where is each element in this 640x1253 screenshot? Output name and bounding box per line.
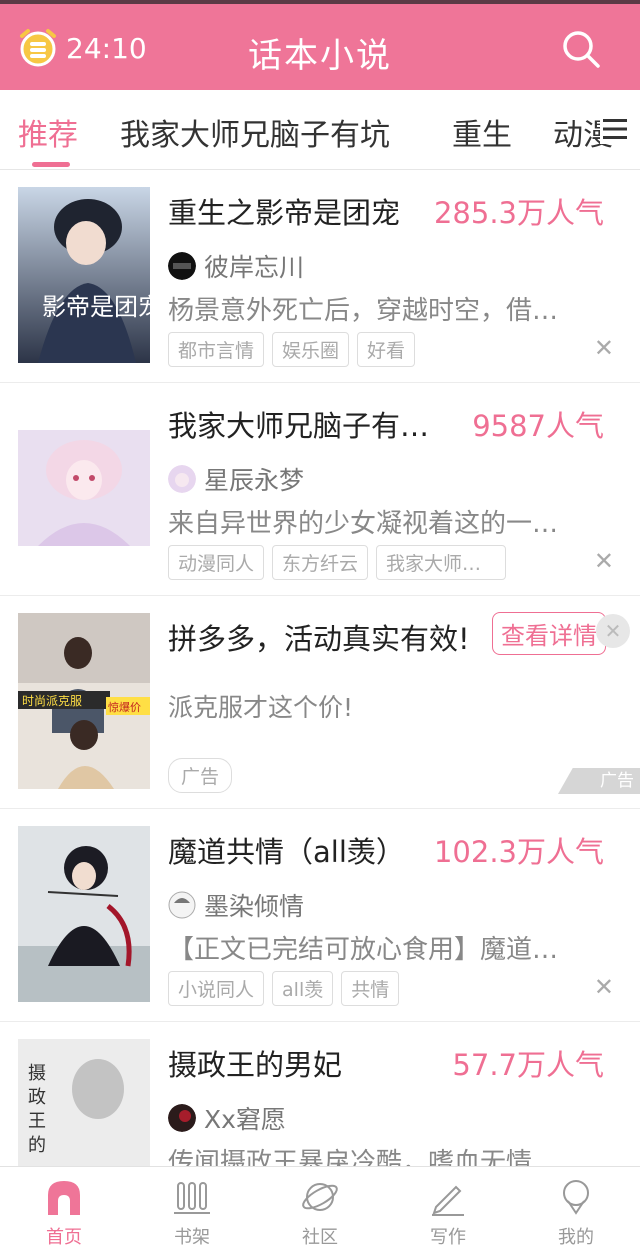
tab-recommend[interactable]: 推荐 <box>18 110 78 154</box>
tag[interactable]: 东方纤云 <box>272 545 369 580</box>
book-cover <box>18 826 150 1002</box>
nav-home[interactable]: 首页 <box>0 1167 128 1253</box>
nav-bookshelf[interactable]: 书架 <box>128 1167 256 1253</box>
tag[interactable]: 动漫同人 <box>168 545 265 580</box>
profile-icon <box>563 1180 589 1215</box>
pen-icon <box>432 1185 464 1216</box>
ad-image-price-text: 惊爆价 <box>108 700 141 714</box>
top-bar: 24:10 话本小说 <box>0 0 640 90</box>
view-details-button[interactable]: 查看详情 <box>492 612 606 655</box>
book-title: 重生之影帝是团宠 <box>168 196 401 230</box>
bottom-navigation: 首页 书架 社区 写作 我的 <box>0 1166 640 1253</box>
nav-label: 首页 <box>46 1227 82 1248</box>
author-row: 彼岸忘川 <box>168 248 304 284</box>
tab-dashixiong[interactable]: 我家大师兄脑子有坑 <box>120 110 390 154</box>
category-tabs: 推荐 我家大师兄脑子有坑 重生 动漫 <box>0 90 640 170</box>
nav-label: 我的 <box>558 1227 594 1248</box>
bookshelf-icon <box>174 1182 210 1214</box>
dismiss-icon[interactable]: ✕ <box>594 334 614 362</box>
search-icon[interactable] <box>560 28 602 70</box>
avatar <box>168 891 196 919</box>
book-cover: 影帝是团宠 <box>18 187 150 363</box>
popularity-count: 102.3万人气 <box>433 835 604 869</box>
book-description: 杨景意外死亡后，穿越时空，借… <box>168 296 559 326</box>
svg-text:政: 政 <box>28 1087 46 1108</box>
cover-title-text: 影帝是团宠 <box>42 293 150 321</box>
ad-image-text: 时尚派克服 <box>22 694 82 708</box>
tag-list: 小说同人 all羡 共情 <box>168 971 400 1006</box>
tag[interactable]: all羡 <box>272 971 334 1006</box>
ad-corner-badge: 广告 <box>558 768 640 794</box>
home-icon <box>48 1181 80 1215</box>
author-name: Xx窘愿 <box>204 1105 286 1134</box>
author-name: 彼岸忘川 <box>204 253 305 282</box>
author-name: 星辰永梦 <box>204 466 305 495</box>
menu-icon[interactable] <box>600 114 630 144</box>
book-description: 【正文已完结可放心食用】魔道… <box>168 935 559 965</box>
book-title: 魔道共情（all羡） <box>168 835 405 869</box>
ad-image: 时尚派克服 惊爆价 <box>18 613 150 789</box>
book-description: 来自异世界的少女凝视着这的一… <box>168 509 559 539</box>
book-list: 影帝是团宠 重生之影帝是团宠 285.3万人气 彼岸忘川 杨景意外死亡后，穿越时… <box>0 170 640 1235</box>
book-title: 我家大师兄脑子有… <box>168 409 430 443</box>
popularity-count: 9587人气 <box>472 409 604 443</box>
active-tab-indicator <box>32 162 70 167</box>
avatar <box>168 252 196 280</box>
nav-label: 写作 <box>430 1227 466 1248</box>
tag[interactable]: 都市言情 <box>168 332 265 367</box>
dismiss-icon[interactable]: ✕ <box>594 973 614 1001</box>
list-item[interactable]: 魔道共情（all羡） 102.3万人气 墨染倾情 【正文已完结可放心食用】魔道…… <box>0 809 640 1022</box>
nav-profile[interactable]: 我的 <box>512 1167 640 1253</box>
tab-rebirth[interactable]: 重生 <box>452 110 512 154</box>
tag-list: 都市言情 娱乐圈 好看 <box>168 332 416 367</box>
nav-community[interactable]: 社区 <box>256 1167 384 1253</box>
author-row: 星辰永梦 <box>168 461 304 497</box>
ad-item[interactable]: 时尚派克服 惊爆价 拼多多，活动真实有效! 查看详情 ✕ 派克服才这个价! 广告… <box>0 596 640 809</box>
list-item[interactable]: 我家大师兄脑子有… 9587人气 星辰永梦 来自异世界的少女凝视着这的一… 动漫… <box>0 383 640 596</box>
popularity-count: 57.7万人气 <box>452 1048 604 1082</box>
author-row: 墨染倾情 <box>168 887 304 923</box>
tag[interactable]: 小说同人 <box>168 971 265 1006</box>
ad-description: 派克服才这个价! <box>168 693 354 722</box>
dismiss-icon[interactable]: ✕ <box>594 547 614 575</box>
author-row: Xx窘愿 <box>168 1100 286 1136</box>
nav-label: 社区 <box>302 1227 338 1248</box>
tag[interactable]: 我家大师… <box>376 545 507 580</box>
svg-text:摄: 摄 <box>28 1063 46 1084</box>
tag[interactable]: 好看 <box>357 332 416 367</box>
community-planet-icon <box>302 1183 338 1211</box>
svg-text:的: 的 <box>28 1135 46 1156</box>
avatar <box>168 1104 196 1132</box>
tag[interactable]: 共情 <box>341 971 400 1006</box>
nav-write[interactable]: 写作 <box>384 1167 512 1253</box>
nav-label: 书架 <box>174 1227 210 1248</box>
ad-close-icon[interactable]: ✕ <box>596 614 630 648</box>
book-title: 摄政王的男妃 <box>168 1048 343 1082</box>
tag[interactable]: 娱乐圈 <box>272 332 350 367</box>
ad-label: 广告 <box>168 758 233 793</box>
app-title: 话本小说 <box>248 36 392 76</box>
ad-title: 拼多多，活动真实有效! <box>168 622 470 656</box>
popularity-count: 285.3万人气 <box>433 196 604 230</box>
svg-text:王: 王 <box>28 1111 46 1132</box>
tag-list: 动漫同人 东方纤云 我家大师… <box>168 545 507 580</box>
avatar <box>168 465 196 493</box>
author-name: 墨染倾情 <box>204 892 305 921</box>
book-cover <box>18 400 150 576</box>
list-item[interactable]: 影帝是团宠 重生之影帝是团宠 285.3万人气 彼岸忘川 杨景意外死亡后，穿越时… <box>0 170 640 383</box>
